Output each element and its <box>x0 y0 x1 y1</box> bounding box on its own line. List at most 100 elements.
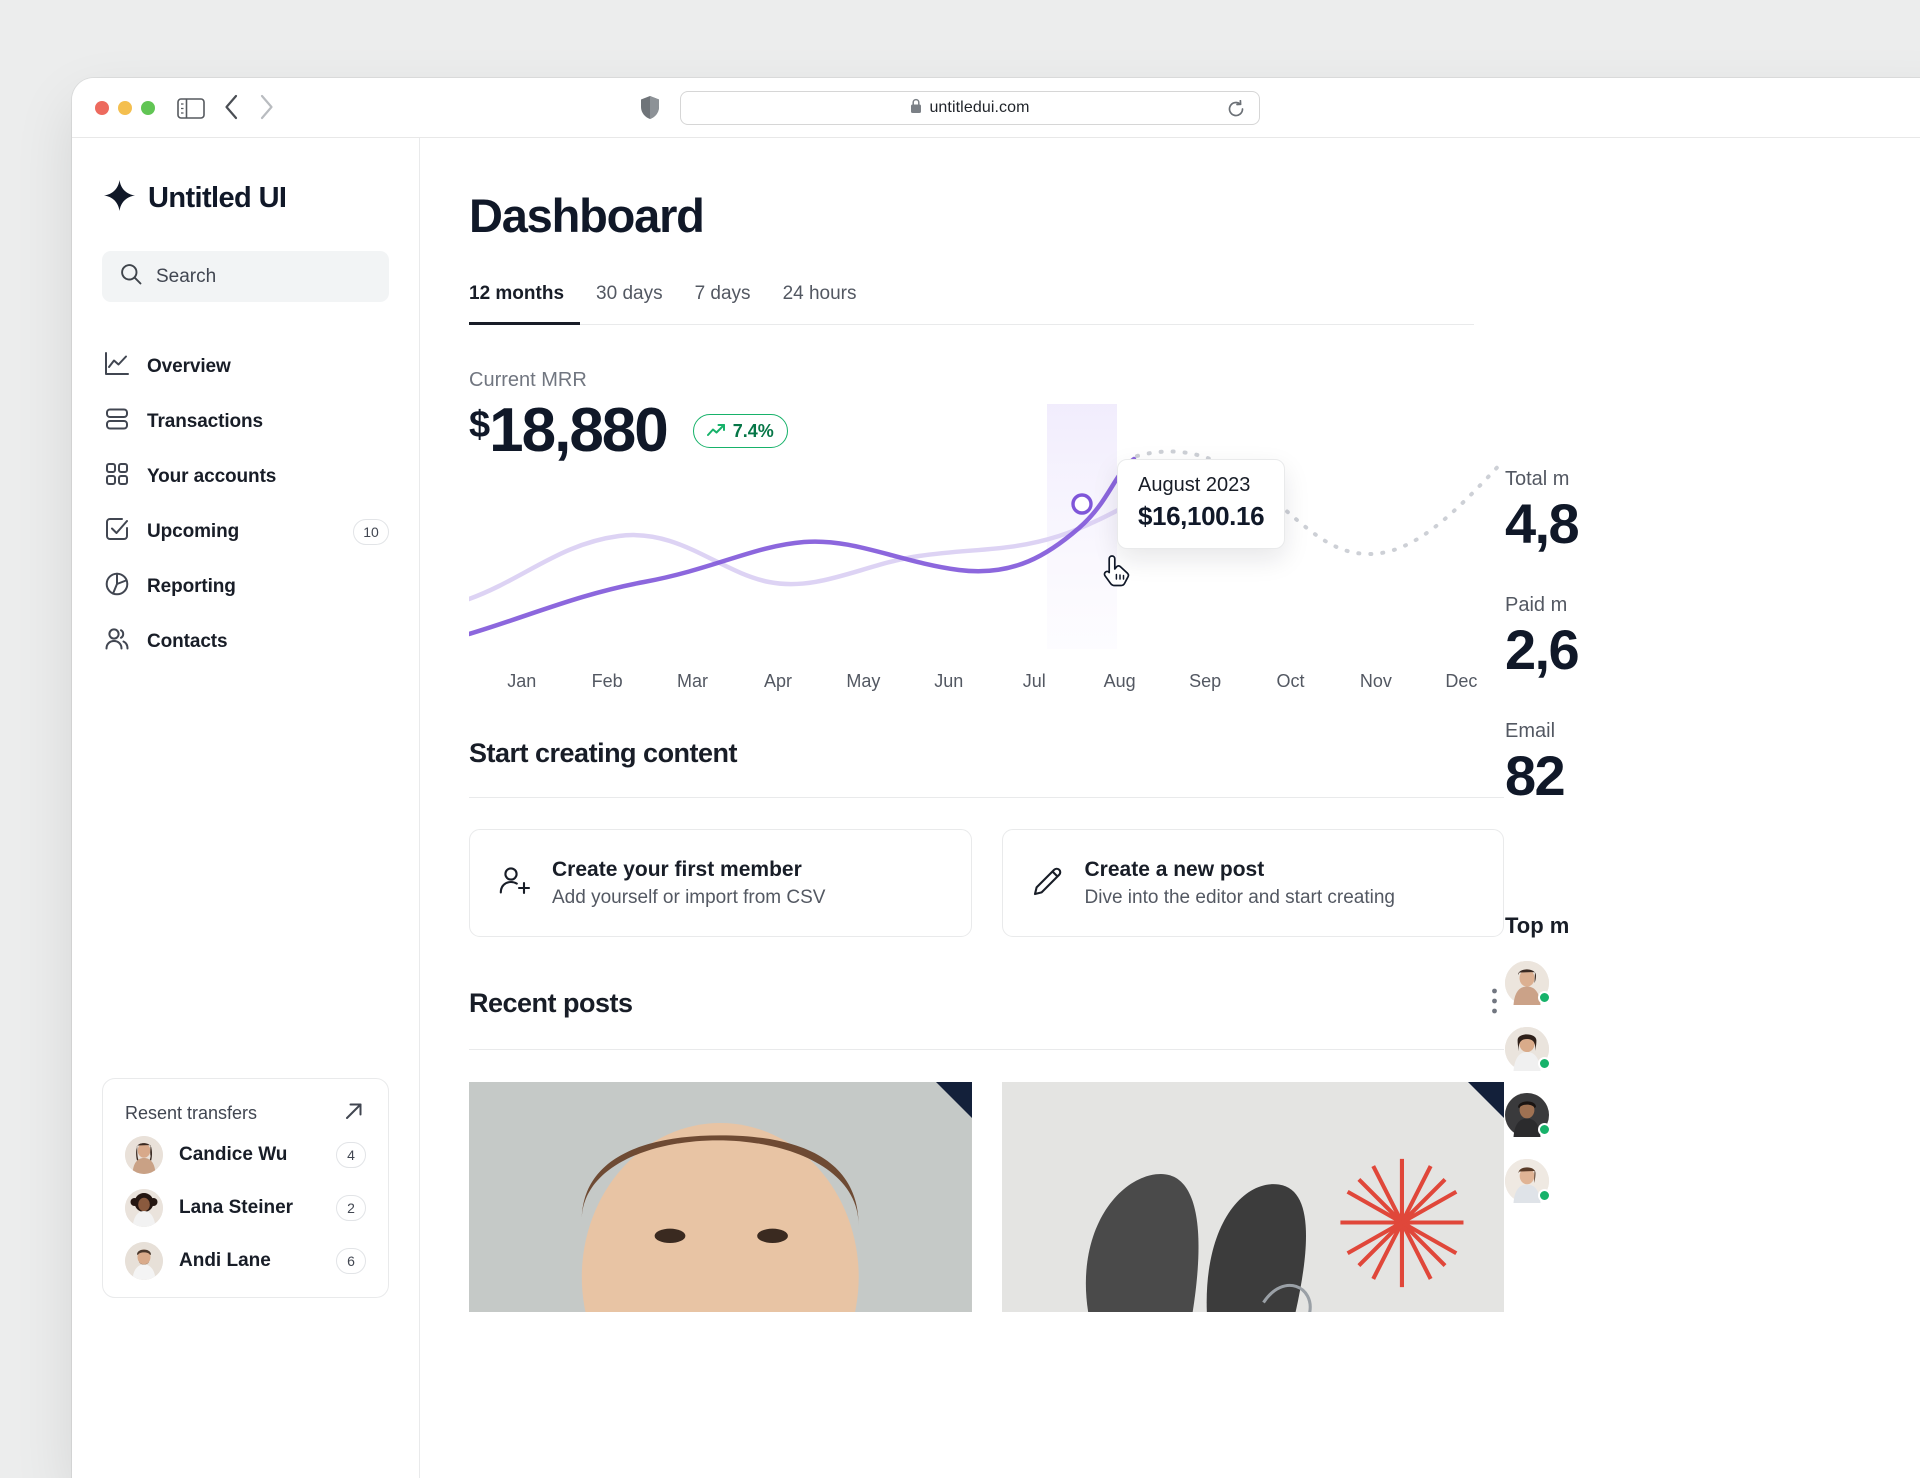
sidebar-item-overview[interactable]: Overview <box>102 339 389 394</box>
transfer-count: 6 <box>336 1247 366 1274</box>
top-member-row[interactable] <box>1505 1093 1920 1138</box>
sidebar-toggle-icon[interactable] <box>177 98 205 119</box>
check-square-icon <box>104 516 130 547</box>
top-member-row[interactable] <box>1505 961 1920 1006</box>
top-member-row[interactable] <box>1505 1159 1920 1204</box>
list-item[interactable]: Lana Steiner 2 <box>125 1181 366 1234</box>
url-text: untitledui.com <box>929 99 1030 116</box>
stat-total-members: Total m 4,8 <box>1505 468 1920 554</box>
x-tick: Aug <box>1103 671 1136 691</box>
sidebar-item-label: Reporting <box>147 575 236 597</box>
avatar <box>125 1135 163 1174</box>
mrr-line-chart <box>469 404 1504 649</box>
recent-posts-section: Recent posts <box>469 987 1504 1312</box>
stat-label: Email <box>1505 719 1556 742</box>
maximize-window-button[interactable] <box>141 101 155 115</box>
search-input[interactable]: Search <box>102 251 389 302</box>
post-thumbnail[interactable] <box>469 1082 972 1312</box>
create-card-text: Create your first member Add yourself or… <box>552 858 825 909</box>
avatar <box>1505 961 1551 1006</box>
shield-icon[interactable] <box>640 95 660 125</box>
create-first-member-card[interactable]: Create your first member Add yourself or… <box>469 829 972 937</box>
sidebar-item-label: Contacts <box>147 630 228 652</box>
create-cards: Create your first member Add yourself or… <box>469 829 1504 937</box>
brand-name: Untitled UI <box>148 181 287 214</box>
online-status-dot <box>1538 1057 1551 1071</box>
recent-transfers-header: Resent transfers <box>125 1099 366 1128</box>
sidebar-item-transactions[interactable]: Transactions <box>102 394 389 449</box>
app-root: Untitled UI Search Overview Transactions… <box>72 138 1920 1478</box>
stat-label: Total m <box>1505 468 1570 490</box>
back-icon[interactable] <box>224 94 239 125</box>
browser-window: untitledui.com Untitled UI Search Overvi… <box>72 78 1920 1478</box>
tooltip-value: $16,100.16 <box>1138 501 1265 531</box>
divider <box>469 797 1504 798</box>
x-tick: Jan <box>507 671 537 691</box>
tab-7-days[interactable]: 7 days <box>679 283 767 325</box>
search-icon <box>120 263 142 290</box>
address-bar[interactable]: untitledui.com <box>680 91 1260 125</box>
x-tick: Nov <box>1359 671 1392 691</box>
online-status-dot <box>1538 1123 1551 1137</box>
tab-24-hours[interactable]: 24 hours <box>767 283 873 325</box>
chart-area[interactable]: August 2023 $16,100.16 <box>469 404 1504 669</box>
top-members-title: Top m <box>1505 913 1570 939</box>
list-item[interactable]: Andi Lane 6 <box>125 1234 366 1287</box>
x-tick: Feb <box>591 671 623 691</box>
tooltip-label: August 2023 <box>1138 474 1251 496</box>
dots-vertical-icon[interactable] <box>1491 987 1498 1020</box>
sidebar-item-label: Overview <box>147 355 231 377</box>
stat-value: 2,6 <box>1505 617 1580 681</box>
x-tick: Jul <box>1022 671 1046 691</box>
tab-30-days[interactable]: 30 days <box>580 283 679 325</box>
line-chart-icon <box>104 351 130 382</box>
top-members-section: Top m <box>1505 913 1920 1204</box>
top-member-row[interactable] <box>1505 1027 1920 1072</box>
x-tick: Dec <box>1445 671 1478 691</box>
minimize-window-button[interactable] <box>118 101 132 115</box>
chart-tooltip: August 2023 $16,100.16 <box>1117 459 1286 549</box>
sidebar-item-badge: 10 <box>353 518 389 545</box>
arrow-up-right-icon[interactable] <box>342 1099 366 1128</box>
x-tick: Mar <box>677 671 709 691</box>
sidebar-item-label: Upcoming <box>147 520 240 542</box>
mrr-label: Current MRR <box>469 369 587 391</box>
post-corner-fold <box>1468 1082 1504 1118</box>
create-new-post-card[interactable]: Create a new post Dive into the editor a… <box>1001 829 1504 937</box>
list-item[interactable]: Candice Wu 4 <box>125 1128 366 1181</box>
avatar <box>125 1241 163 1280</box>
create-card-title: Create a new post <box>1084 857 1265 881</box>
posts-grid <box>469 1082 1504 1312</box>
sidebar-item-reporting[interactable]: Reporting <box>102 559 389 614</box>
stat-value: 4,8 <box>1505 492 1580 555</box>
sidebar: Untitled UI Search Overview Transactions… <box>72 138 420 1478</box>
x-tick: May <box>846 671 881 691</box>
mrr-chart-block: Current MRR $ 18,880 7.4% August 2023 $1… <box>469 369 1504 692</box>
post-thumbnail[interactable] <box>1001 1082 1504 1312</box>
sidebar-item-label: Transactions <box>147 410 264 432</box>
avatar <box>1505 1093 1551 1138</box>
x-tick: Apr <box>763 671 792 691</box>
avatar <box>1505 1027 1551 1072</box>
period-tabs: 12 months 30 days 7 days 24 hours <box>469 283 1474 325</box>
create-card-subtitle: Dive into the editor and start creating <box>1084 886 1396 908</box>
reload-icon[interactable] <box>1227 99 1245 123</box>
post-corner-fold <box>935 1082 972 1118</box>
transfer-count: 2 <box>336 1194 366 1221</box>
forward-icon[interactable] <box>259 94 274 125</box>
brand[interactable]: Untitled UI <box>104 180 389 216</box>
transfer-name: Lana Steiner <box>179 1196 294 1218</box>
tab-12-months[interactable]: 12 months <box>469 283 581 325</box>
stat-paid-members: Paid m 2,6 <box>1505 594 1920 680</box>
sidebar-nav: Overview Transactions Your accounts Upco… <box>102 339 389 669</box>
sidebar-item-upcoming[interactable]: Upcoming 10 <box>102 504 389 559</box>
pie-chart-icon <box>104 571 130 602</box>
close-window-button[interactable] <box>95 101 109 115</box>
stat-value: 82 <box>1505 743 1566 807</box>
grid-icon <box>104 461 130 492</box>
window-traffic-lights[interactable] <box>95 101 155 115</box>
avatar <box>125 1188 163 1227</box>
lock-icon <box>910 98 922 119</box>
sidebar-item-contacts[interactable]: Contacts <box>102 614 389 669</box>
sidebar-item-your-accounts[interactable]: Your accounts <box>102 449 389 504</box>
